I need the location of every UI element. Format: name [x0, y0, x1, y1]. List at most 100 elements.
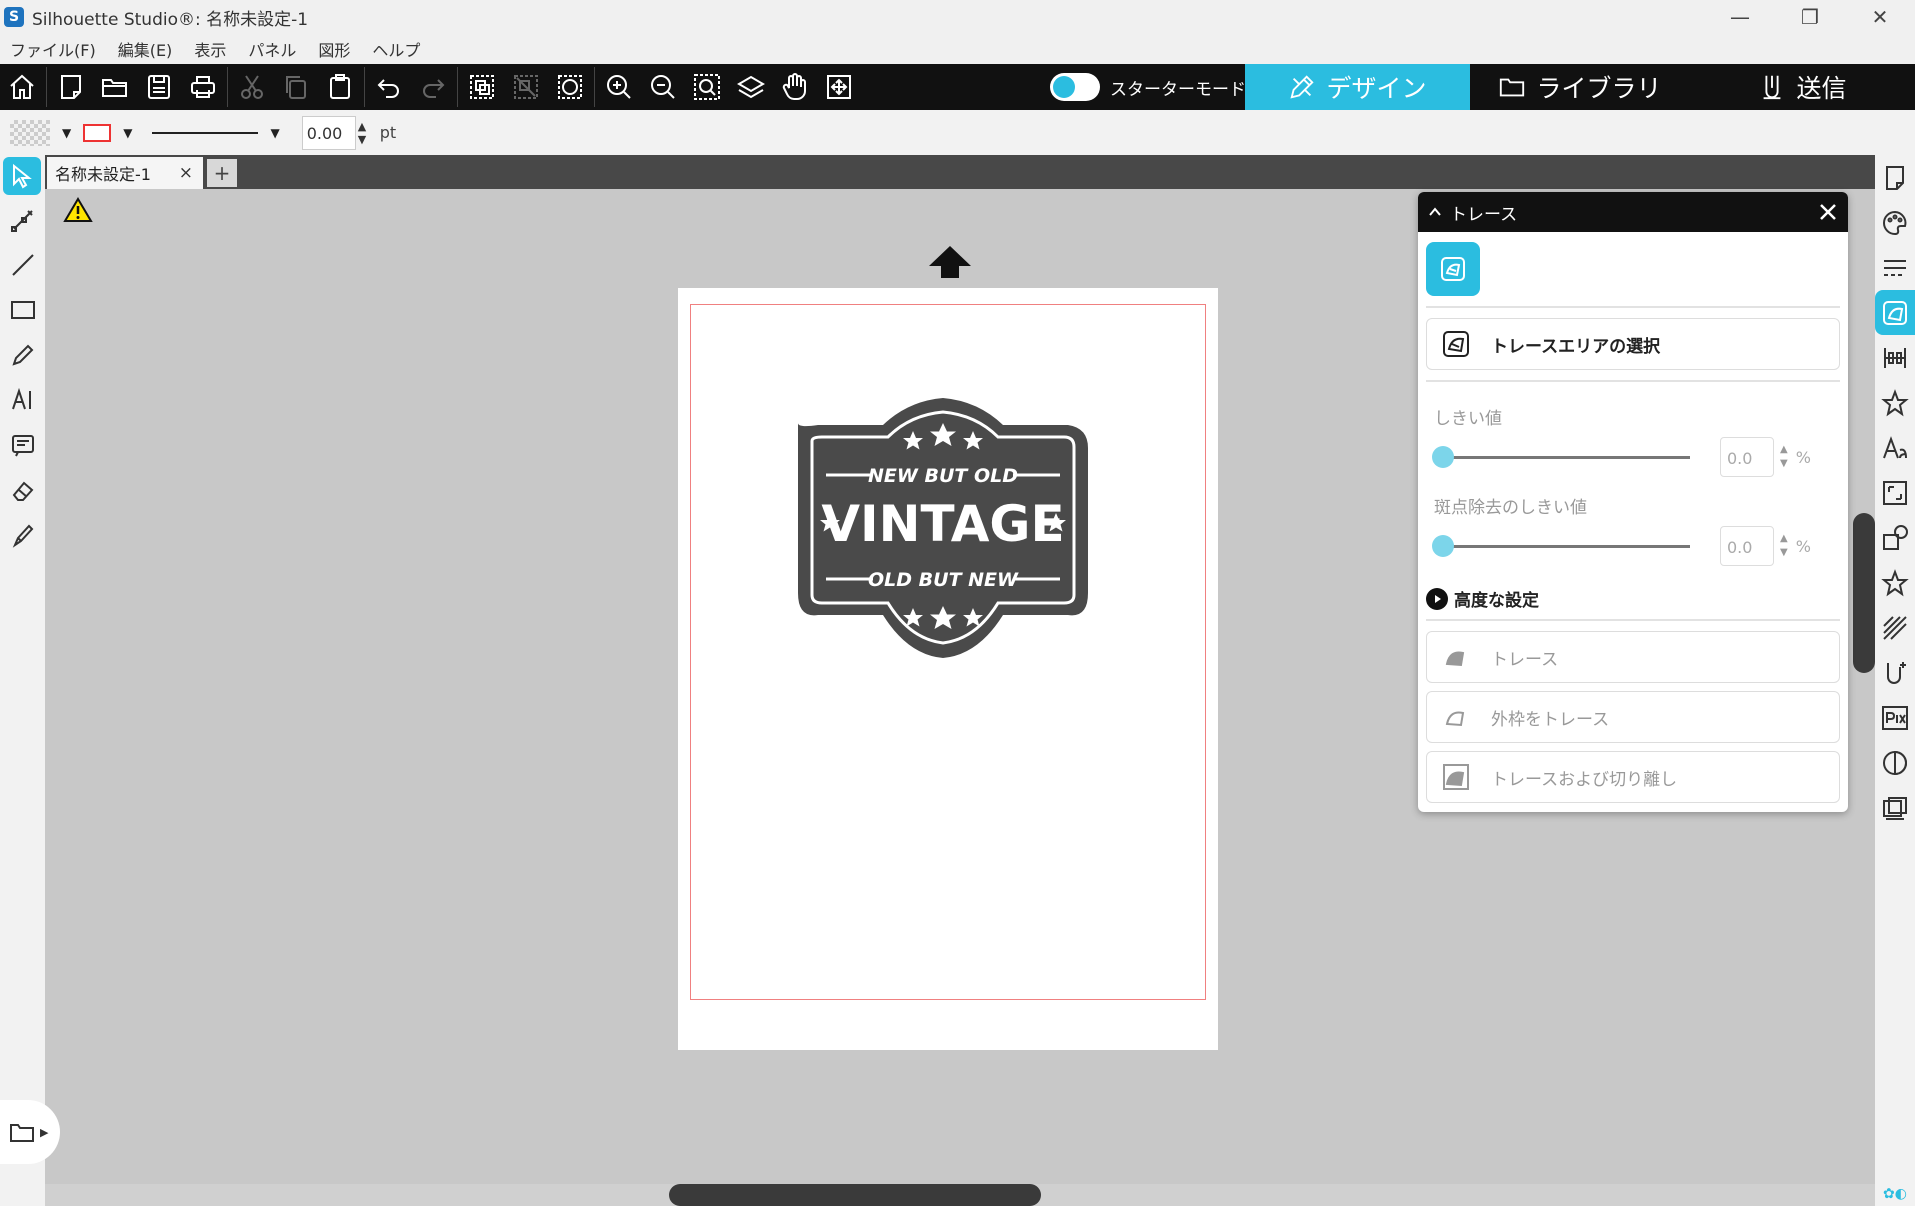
left-tool-rail: [0, 155, 45, 1206]
trace-button[interactable]: トレース: [1426, 631, 1840, 683]
right-panel-rail: [1875, 155, 1915, 1206]
tab-send[interactable]: 送信: [1690, 64, 1915, 110]
scale-icon[interactable]: [1875, 470, 1915, 515]
select-trace-area-button[interactable]: トレースエリアの選択: [1426, 318, 1840, 370]
threshold-slider[interactable]: [1432, 445, 1690, 468]
select-tool-icon[interactable]: [3, 157, 41, 195]
page-feed-direction-icon: [929, 246, 971, 278]
document-tab[interactable]: 名称未設定-1 ×: [47, 157, 203, 189]
vertical-scrollbar[interactable]: [1853, 513, 1875, 673]
zoom-selection-icon[interactable]: [685, 65, 729, 109]
note-tool-icon[interactable]: [0, 422, 45, 467]
replicate-icon[interactable]: [1875, 515, 1915, 560]
vintage-badge-image[interactable]: NEW BUT OLD VINTAGE OLD BUT NEW: [778, 393, 1108, 663]
open-folder-icon[interactable]: [93, 65, 137, 109]
trace-panel-icon[interactable]: [1875, 290, 1915, 335]
page-setup-icon[interactable]: [1875, 155, 1915, 200]
threshold-slider-knob[interactable]: [1432, 445, 1454, 468]
badge-main-text: VINTAGE: [821, 495, 1064, 553]
redo-icon[interactable]: [411, 65, 455, 109]
offset-icon[interactable]: [1875, 740, 1915, 785]
horizontal-scrollbar[interactable]: [669, 1184, 1041, 1206]
menu-file[interactable]: ファイル(F): [10, 37, 96, 61]
sketch-icon[interactable]: [1875, 605, 1915, 650]
line-width-stepper-icon[interactable]: ▲ ▼: [358, 120, 372, 146]
cut-icon[interactable]: [230, 65, 274, 109]
tab-design[interactable]: デザイン: [1245, 64, 1470, 110]
knife-tool-icon[interactable]: [0, 512, 45, 557]
restore-button[interactable]: ❐: [1775, 0, 1845, 34]
shapes-star-icon[interactable]: [1875, 560, 1915, 605]
line-color-dropdown-icon[interactable]: ▼: [123, 126, 132, 140]
send-blade-panel-icon[interactable]: [1875, 650, 1915, 695]
text-tool-icon[interactable]: [0, 377, 45, 422]
ungroup-icon[interactable]: [504, 65, 548, 109]
paste-icon[interactable]: [318, 65, 362, 109]
warning-icon[interactable]: [63, 197, 93, 223]
pixscan-icon[interactable]: [1875, 695, 1915, 740]
library-store-icon[interactable]: [1875, 785, 1915, 830]
menu-shapes[interactable]: 図形: [318, 37, 350, 61]
trace-panel-header[interactable]: トレース: [1418, 192, 1848, 232]
panel-divider: [1426, 619, 1840, 621]
main-toolbar: スターターモードオフ デザイン ライブラリ 送信: [0, 64, 1915, 110]
document-tab-close-icon[interactable]: ×: [179, 163, 193, 183]
fill-color-swatch[interactable]: [10, 119, 50, 146]
zoom-out-icon[interactable]: [641, 65, 685, 109]
save-icon[interactable]: [137, 65, 181, 109]
starter-mode-toggle[interactable]: [1050, 73, 1100, 101]
eraser-tool-icon[interactable]: [0, 467, 45, 512]
copy-icon[interactable]: [274, 65, 318, 109]
tab-library[interactable]: ライブラリ: [1470, 64, 1690, 110]
menu-view[interactable]: 表示: [194, 37, 226, 61]
line-color-swatch[interactable]: [83, 123, 112, 142]
line-tool-icon[interactable]: [0, 242, 45, 287]
close-panel-icon[interactable]: [1816, 200, 1840, 224]
trace-fill-icon: [1445, 651, 1465, 667]
pan-hand-icon[interactable]: [773, 65, 817, 109]
transform-icon[interactable]: [1875, 380, 1915, 425]
trace-icon: [1441, 257, 1465, 281]
menu-edit[interactable]: 編集(E): [118, 37, 173, 61]
line-width-input[interactable]: 0.00: [301, 115, 356, 150]
line-style-icon[interactable]: [1875, 245, 1915, 290]
toolbar-divider: [364, 67, 365, 107]
pencil-tool-icon[interactable]: [0, 332, 45, 377]
print-icon[interactable]: [181, 65, 225, 109]
zoom-in-icon[interactable]: [597, 65, 641, 109]
despeckle-input[interactable]: 0.0: [1720, 526, 1774, 566]
collapse-chevron-icon[interactable]: [1428, 205, 1442, 219]
fit-to-page-icon[interactable]: [729, 65, 773, 109]
align-icon[interactable]: [1875, 335, 1915, 380]
close-window-button[interactable]: ✕: [1845, 0, 1915, 34]
new-document-icon[interactable]: [49, 65, 93, 109]
threshold-stepper-icon[interactable]: ▲ ▼: [1780, 443, 1788, 471]
edit-points-icon[interactable]: [0, 197, 45, 242]
toolbar-divider: [227, 67, 228, 107]
threshold-input[interactable]: 0.0: [1720, 437, 1774, 477]
trace-and-detach-button[interactable]: トレースおよび切り離し: [1426, 751, 1840, 803]
trace-and-detach-label: トレースおよび切り離し: [1491, 769, 1678, 790]
advanced-settings-toggle[interactable]: 高度な設定: [1426, 586, 1848, 611]
trace-mode-button[interactable]: [1426, 242, 1480, 296]
despeckle-slider-knob[interactable]: [1432, 534, 1454, 557]
despeckle-stepper-icon[interactable]: ▲ ▼: [1780, 532, 1788, 560]
line-style-dropdown-icon[interactable]: ▼: [270, 126, 279, 140]
fill-palette-icon[interactable]: [1875, 200, 1915, 245]
home-icon[interactable]: [0, 65, 44, 109]
line-style-sample[interactable]: [152, 131, 259, 134]
trace-outer-edge-button[interactable]: 外枠をトレース: [1426, 691, 1840, 743]
undo-icon[interactable]: [367, 65, 411, 109]
menu-panels[interactable]: パネル: [248, 37, 296, 61]
group-icon[interactable]: [460, 65, 504, 109]
text-style-icon[interactable]: [1875, 425, 1915, 470]
release-compound-icon[interactable]: [548, 65, 592, 109]
minimize-button[interactable]: —: [1705, 0, 1775, 34]
menu-help[interactable]: ヘルプ: [372, 37, 420, 61]
status-corner-icons: ✿◐: [1883, 1186, 1907, 1202]
fill-color-dropdown-icon[interactable]: ▼: [62, 126, 71, 140]
add-tab-button[interactable]: +: [207, 159, 237, 187]
rectangle-tool-icon[interactable]: [0, 287, 45, 332]
despeckle-slider[interactable]: [1432, 534, 1690, 557]
move-arrows-icon[interactable]: [817, 65, 861, 109]
